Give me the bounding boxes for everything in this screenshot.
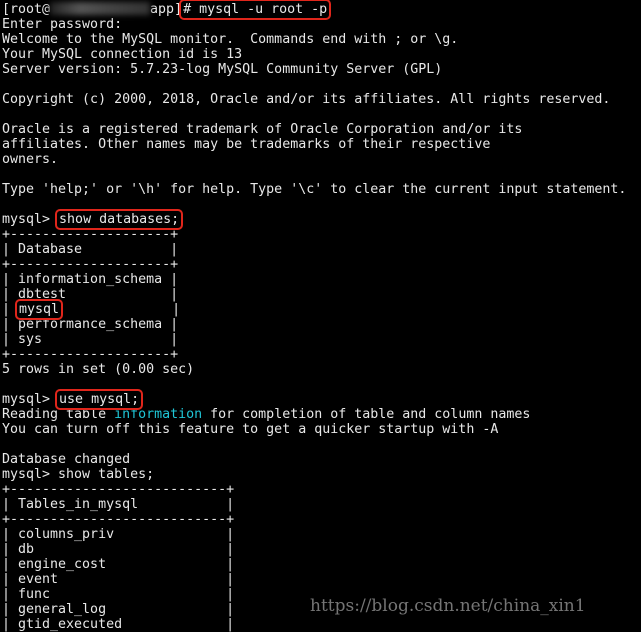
terminal-line: 5 rows in set (0.00 sec) bbox=[2, 362, 626, 377]
terminal-text: | bbox=[60, 302, 181, 317]
terminal-text: mysql> bbox=[2, 392, 59, 407]
terminal-text: Oracle is a registered trademark of Orac… bbox=[2, 122, 523, 137]
terminal-output[interactable]: [root@ app]# mysql -u root -p Enter passwo… bbox=[2, 0, 626, 632]
highlighted-command: show databases; bbox=[55, 209, 184, 230]
terminal-line: Server version: 5.7.23-log MySQL Communi… bbox=[2, 62, 626, 77]
terminal-text: Reading table bbox=[2, 407, 115, 422]
terminal-line: Welcome to the MySQL monitor. Commands e… bbox=[2, 32, 626, 47]
highlighted-command: # mysql -u root -p bbox=[179, 0, 332, 20]
terminal-text: Enter password: bbox=[2, 17, 123, 32]
terminal-line: | event | bbox=[2, 572, 626, 587]
highlighted-command: use mysql; bbox=[55, 389, 144, 410]
terminal-text: | Database | bbox=[2, 242, 179, 257]
terminal-line: +---------------------------+ bbox=[2, 512, 626, 527]
terminal-text: affiliates. Other names may be trademark… bbox=[2, 137, 491, 152]
terminal-text: +--------------------+ bbox=[2, 257, 179, 272]
terminal-text: | dbtest | bbox=[2, 287, 179, 302]
terminal-text: Your MySQL connection id is 13 bbox=[2, 47, 243, 62]
terminal-text: Server version: 5.7.23-log MySQL Communi… bbox=[2, 62, 443, 77]
terminal-text: | db | bbox=[2, 542, 235, 557]
terminal-line: mysql> show tables; bbox=[2, 467, 626, 482]
terminal-text: | event | bbox=[2, 572, 235, 587]
terminal-line: +--------------------+ bbox=[2, 257, 626, 272]
terminal-text: Type 'help;' or '\h' for help. Type '\c'… bbox=[2, 182, 627, 197]
terminal-line: mysql> show databases; bbox=[2, 209, 626, 230]
redacted-hostname bbox=[50, 2, 151, 15]
terminal-line: Oracle is a registered trademark of Orac… bbox=[2, 122, 626, 137]
terminal-line: mysql> use mysql; bbox=[2, 389, 626, 410]
terminal-text: for completion of table and column names bbox=[202, 407, 531, 422]
terminal-line: Type 'help;' or '\h' for help. Type '\c'… bbox=[2, 182, 626, 197]
terminal-text: Copyright (c) 2000, 2018, Oracle and/or … bbox=[2, 92, 611, 107]
terminal-line: | Database | bbox=[2, 242, 626, 257]
terminal-line: | gtid_executed | bbox=[2, 617, 626, 632]
terminal-text: +---------------------------+ bbox=[2, 482, 235, 497]
terminal-text: Database changed bbox=[2, 452, 131, 467]
terminal-line: | dbtest | bbox=[2, 287, 626, 302]
terminal-text: | information_schema | bbox=[2, 272, 179, 287]
terminal-line: | db | bbox=[2, 542, 626, 557]
terminal-text: mysql> bbox=[2, 212, 59, 227]
terminal-line: | mysql | bbox=[2, 299, 626, 320]
terminal-text: +---------------------------+ bbox=[2, 512, 235, 527]
terminal-line: | performance_schema | bbox=[2, 317, 626, 332]
terminal-line: Copyright (c) 2000, 2018, Oracle and/or … bbox=[2, 92, 626, 107]
terminal-text: | columns_priv | bbox=[2, 527, 235, 542]
terminal-line: Enter password: bbox=[2, 17, 626, 32]
terminal-text: | engine_cost | bbox=[2, 557, 235, 572]
terminal-line: Your MySQL connection id is 13 bbox=[2, 47, 626, 62]
terminal-text: [root@ bbox=[2, 2, 51, 17]
highlighted-command: mysql bbox=[15, 299, 64, 320]
terminal-line: Reading table information for completion… bbox=[2, 407, 626, 422]
terminal-text: | Tables_in_mysql | bbox=[2, 497, 235, 512]
terminal-line: affiliates. Other names may be trademark… bbox=[2, 137, 626, 152]
terminal-line: | engine_cost | bbox=[2, 557, 626, 572]
terminal-line: +---------------------------+ bbox=[2, 482, 626, 497]
terminal-line: | sys | bbox=[2, 332, 626, 347]
terminal-text: app] bbox=[150, 2, 183, 17]
terminal-line: | Tables_in_mysql | bbox=[2, 497, 626, 512]
terminal-line: | columns_priv | bbox=[2, 527, 626, 542]
terminal-line: | information_schema | bbox=[2, 272, 626, 287]
terminal-text: +--------------------+ bbox=[2, 227, 179, 242]
terminal-text: | bbox=[2, 302, 19, 317]
terminal-text: owners. bbox=[2, 152, 59, 167]
terminal-text: | general_log | bbox=[2, 602, 235, 617]
watermark: https://blog.csdn.net/china_xin1 bbox=[310, 596, 586, 616]
terminal-line: Database changed bbox=[2, 452, 626, 467]
terminal-text: | func | bbox=[2, 587, 235, 602]
terminal-text: | performance_schema | bbox=[2, 317, 179, 332]
terminal-text: | sys | bbox=[2, 332, 179, 347]
terminal-text: mysql> show tables; bbox=[2, 467, 155, 482]
terminal-line: owners. bbox=[2, 152, 626, 167]
highlighted-keyword: information bbox=[114, 407, 203, 422]
terminal-line: You can turn off this feature to get a q… bbox=[2, 422, 626, 437]
terminal-text: | gtid_executed | bbox=[2, 617, 235, 632]
terminal-text: Welcome to the MySQL monitor. Commands e… bbox=[2, 32, 459, 47]
terminal-line: [root@ app]# mysql -u root -p bbox=[2, 0, 626, 20]
terminal-text: +--------------------+ bbox=[2, 347, 179, 362]
terminal-line: +--------------------+ bbox=[2, 347, 626, 362]
terminal-line: +--------------------+ bbox=[2, 227, 626, 242]
terminal-text: You can turn off this feature to get a q… bbox=[2, 422, 499, 437]
terminal-text: 5 rows in set (0.00 sec) bbox=[2, 362, 195, 377]
